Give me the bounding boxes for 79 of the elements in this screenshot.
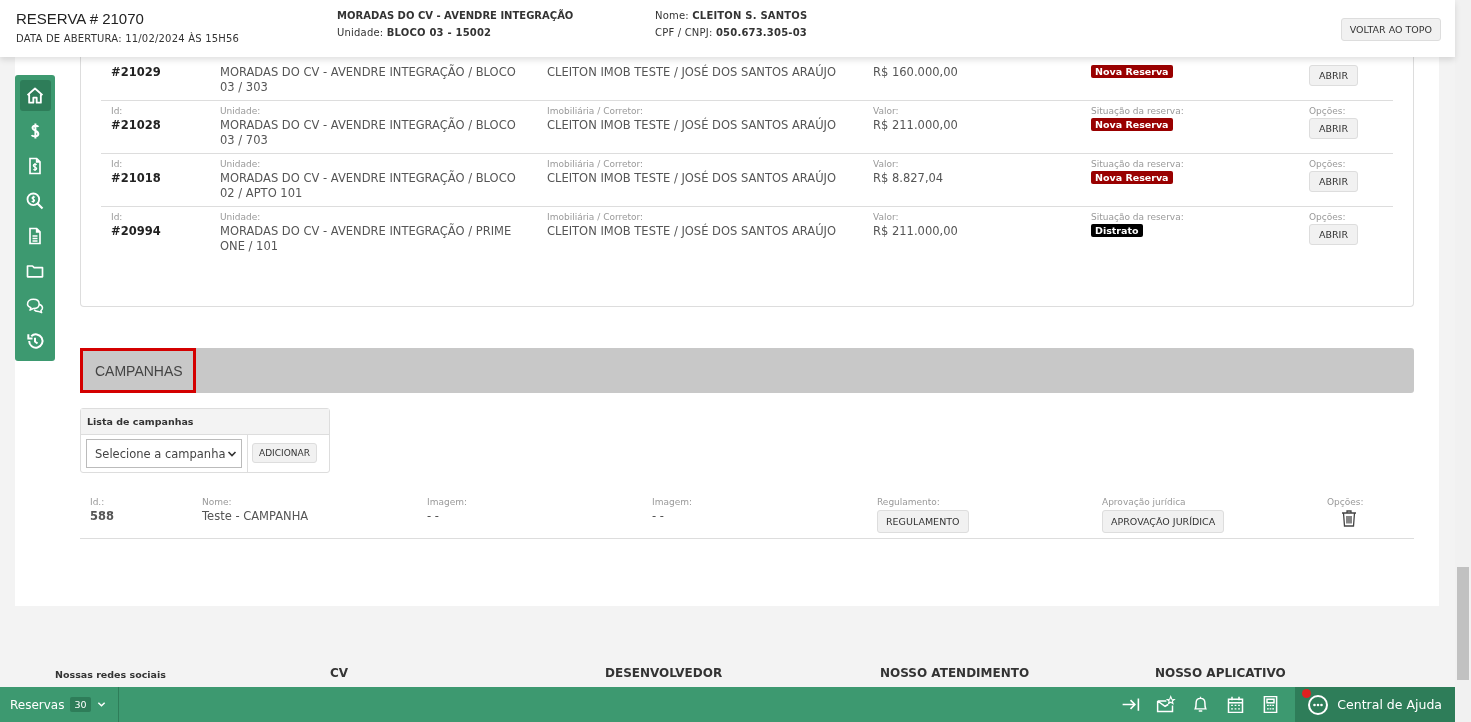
sidebar-item[interactable] bbox=[19, 80, 51, 111]
footer-heading: NOSSO ATENDIMENTO bbox=[880, 666, 1031, 680]
field-label: Unidade: bbox=[220, 106, 261, 116]
field-label: Nome: bbox=[202, 497, 232, 507]
reservation-id: #21029 bbox=[111, 65, 161, 80]
unit-name: MORADAS DO CV - AVENDRE INTEGRAÇÃO / BLOCO 03 / 703 bbox=[220, 118, 517, 148]
field-label: Situação da reserva: bbox=[1091, 106, 1184, 116]
campaign-select[interactable]: Selecione a campanha bbox=[86, 439, 242, 468]
field-label: Id: bbox=[111, 106, 123, 116]
broker-name: CLEITON IMOB TESTE / JOSÉ DOS SANTOS ARAÚJO bbox=[547, 171, 837, 186]
reservation-value: R$ 160.000,00 bbox=[873, 65, 958, 80]
field-label: Opções: bbox=[1309, 159, 1346, 169]
status-badge: Distrato bbox=[1091, 224, 1143, 237]
image-value: - - bbox=[652, 509, 664, 524]
field-label: Unidade: bbox=[220, 159, 261, 169]
unit-name: MORADAS DO CV - AVENDRE INTEGRAÇÃO / PRIME ONE / 101 bbox=[220, 224, 513, 254]
status-badge: Nova Reserva bbox=[1091, 171, 1173, 184]
open-button[interactable]: ABRIR bbox=[1309, 118, 1359, 139]
field-label: Opções: bbox=[1309, 106, 1346, 116]
money-search-icon bbox=[25, 190, 45, 211]
home-icon bbox=[25, 85, 45, 106]
broker-name: CLEITON IMOB TESTE / JOSÉ DOS SANTOS ARAÚJO bbox=[547, 224, 837, 239]
reservation-id: #20994 bbox=[111, 224, 161, 239]
field-label: Opções: bbox=[1309, 212, 1346, 222]
reservation-title: RESERVA # 21070 bbox=[16, 10, 145, 27]
field-label: Aprovação jurídica bbox=[1102, 497, 1186, 507]
field-label: Imagem: bbox=[652, 497, 692, 507]
field-label: Imobiliária / Corretor: bbox=[547, 106, 644, 116]
trash-icon[interactable] bbox=[1340, 509, 1358, 527]
footer-heading: DESENVOLVEDOR bbox=[605, 666, 724, 680]
footer-heading: CV bbox=[330, 666, 350, 680]
footer-heading: Nossas redes sociais bbox=[55, 669, 167, 680]
campaign-list-title: Lista de campanhas bbox=[81, 409, 329, 435]
field-label: Id: bbox=[111, 159, 123, 169]
regulation-button[interactable]: REGULAMENTO bbox=[877, 510, 969, 533]
reservation-value: R$ 211.000,00 bbox=[873, 224, 958, 239]
field-label: Situação da reserva: bbox=[1091, 212, 1184, 222]
campaigns-section-title[interactable]: CAMPANHAS bbox=[80, 348, 196, 393]
broker-name: CLEITON IMOB TESTE / JOSÉ DOS SANTOS ARAÚJO bbox=[547, 118, 837, 133]
image-value: - - bbox=[427, 509, 439, 524]
help-button[interactable]: Central de Ajuda bbox=[1295, 687, 1455, 722]
field-label: Id.: bbox=[90, 497, 105, 507]
open-button[interactable]: ABRIR bbox=[1309, 65, 1359, 86]
history-icon bbox=[25, 330, 45, 351]
field-label: Regulamento: bbox=[877, 497, 940, 507]
unit-info: Unidade: BLOCO 03 - 15002 bbox=[337, 27, 493, 38]
chat-icon bbox=[1307, 693, 1330, 716]
client-document: CPF / CNPJ: 050.673.305-03 bbox=[655, 27, 808, 38]
reservation-value: R$ 8.827,04 bbox=[873, 171, 944, 186]
module-name[interactable]: Reservas bbox=[10, 697, 65, 712]
field-label: Id: bbox=[111, 212, 123, 222]
field-label: Imobiliária / Corretor: bbox=[547, 212, 644, 222]
field-label: Opções: bbox=[1327, 497, 1364, 507]
chevron-icon[interactable] bbox=[96, 700, 106, 709]
project-name: MORADAS DO CV - AVENDRE INTEGRAÇÃO bbox=[337, 10, 575, 21]
client-name: Nome: CLEITON S. SANTOS bbox=[655, 10, 808, 21]
opening-date: DATA DE ABERTURA: 11/02/2024 ÀS 15H56 bbox=[16, 33, 241, 44]
broker-name: CLEITON IMOB TESTE / JOSÉ DOS SANTOS ARAÚJO bbox=[547, 65, 837, 80]
campaign-name: Teste - CAMPANHA bbox=[202, 509, 309, 524]
footer-heading: NOSSO APLICATIVO bbox=[1155, 666, 1287, 680]
field-label: Unidade: bbox=[220, 212, 261, 222]
reservation-id: #21018 bbox=[111, 171, 161, 186]
count-badge: 30 bbox=[70, 697, 91, 712]
open-button[interactable]: ABRIR bbox=[1309, 224, 1359, 245]
legal-approval-button[interactable]: APROVAÇÃO JURÍDICA bbox=[1102, 510, 1225, 533]
reservation-value: R$ 211.000,00 bbox=[873, 118, 958, 133]
status-badge: Nova Reserva bbox=[1091, 118, 1173, 131]
add-button[interactable]: ADICIONAR bbox=[252, 443, 317, 463]
reservation-id: #21028 bbox=[111, 118, 161, 133]
unit-name: MORADAS DO CV - AVENDRE INTEGRAÇÃO / BLOCO 02 / APTO 101 bbox=[220, 171, 517, 201]
status-badge: Nova Reserva bbox=[1091, 65, 1173, 78]
open-button[interactable]: ABRIR bbox=[1309, 171, 1359, 192]
field-label: Situação da reserva: bbox=[1091, 159, 1184, 169]
unit-name: MORADAS DO CV - AVENDRE INTEGRAÇÃO / BLOCO 03 / 303 bbox=[220, 65, 517, 95]
notification-dot bbox=[1302, 689, 1312, 698]
field-label: Imagem: bbox=[427, 497, 467, 507]
back-to-top-button[interactable]: VOLTAR AO TOPO bbox=[1340, 18, 1441, 41]
campaign-id: 588 bbox=[90, 509, 114, 523]
field-label: Imobiliária / Corretor: bbox=[547, 159, 644, 169]
